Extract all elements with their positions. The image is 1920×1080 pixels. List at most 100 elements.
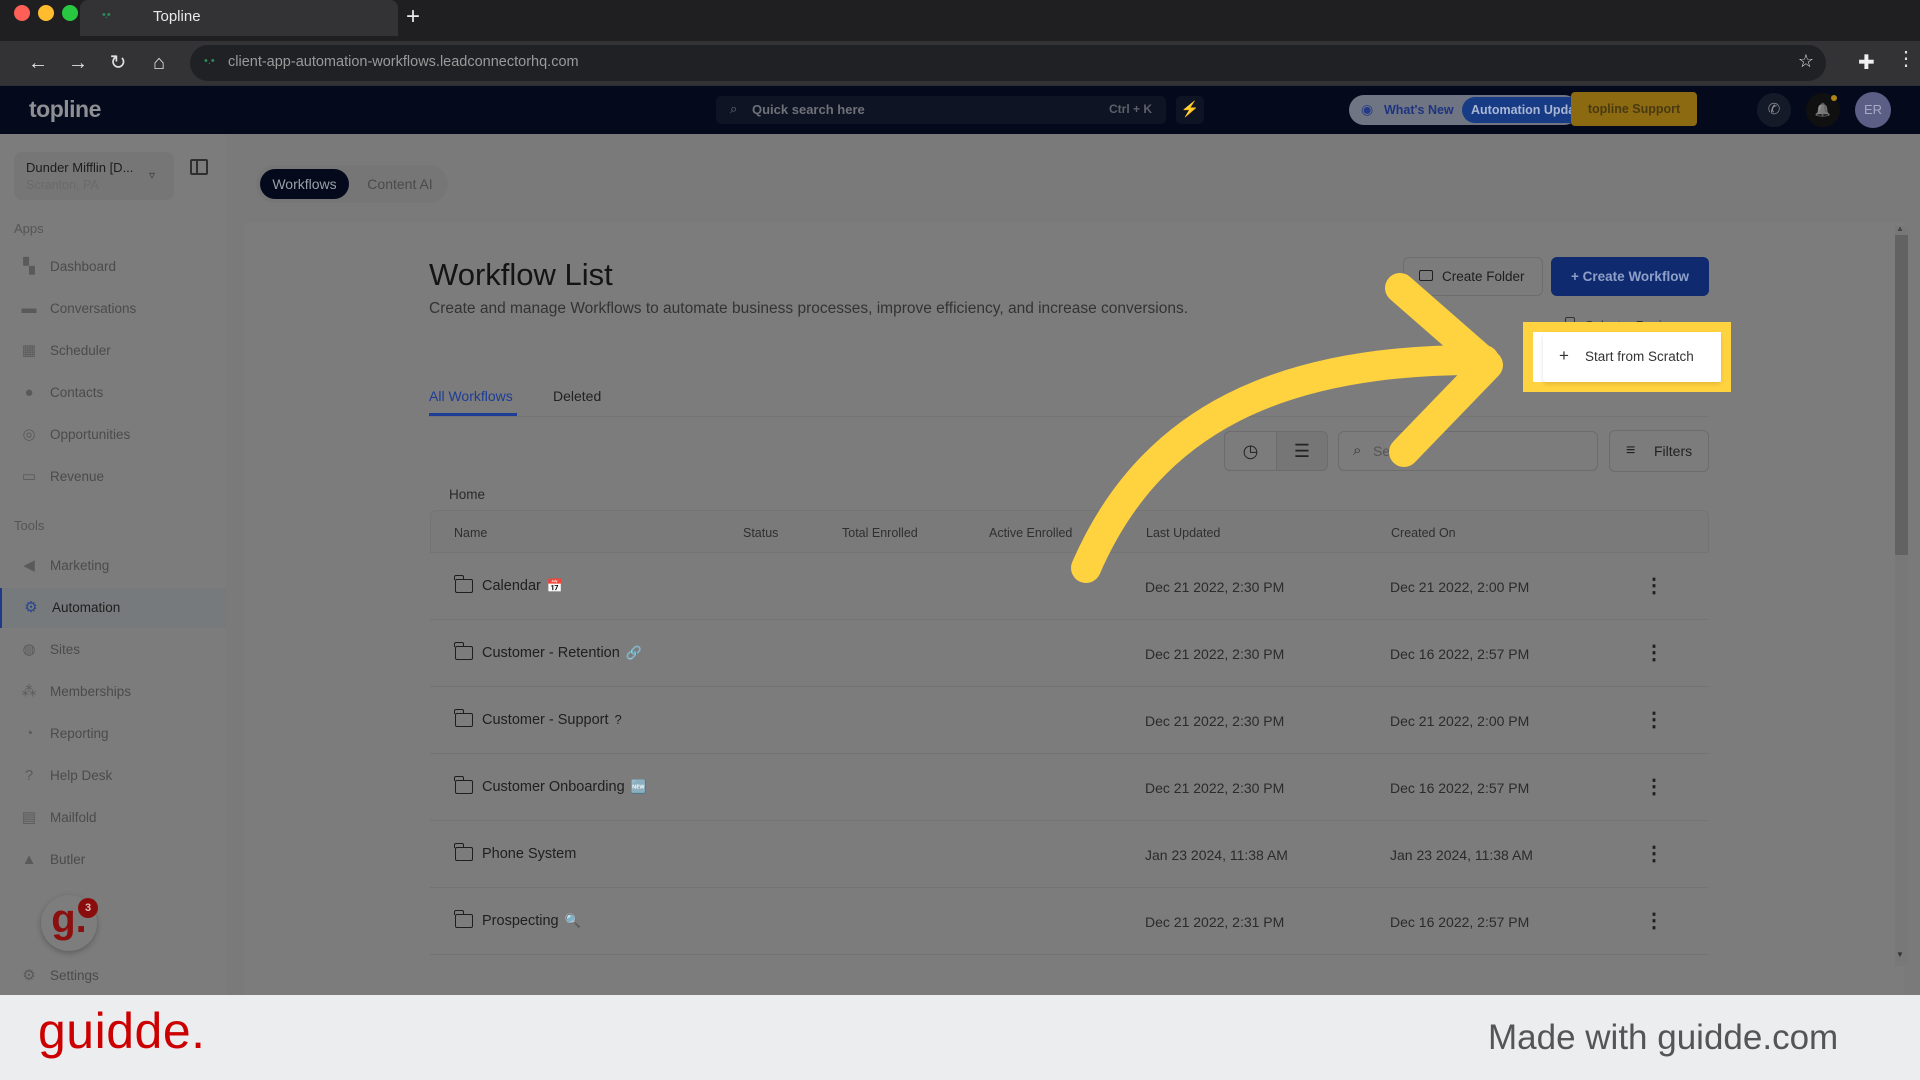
close-window-button[interactable] [14,5,30,21]
workflow-folder-name[interactable]: Customer - Support? [482,712,622,728]
lightning-bolt-icon[interactable]: ⚡ [1176,96,1204,124]
sidebar-item-automation[interactable]: ⚙ Automation [0,588,226,628]
created-on-cell: Dec 16 2022, 2:57 PM [1390,780,1530,796]
workflow-folder-name[interactable]: Calendar 📅 [482,578,563,594]
sidebar-item-butler[interactable]: ▲ Butler [0,840,226,880]
row-more-options-icon[interactable]: ⋮ [1644,839,1664,869]
new-tab-button[interactable]: + [406,3,420,31]
tab-content-ai[interactable]: Content AI [355,169,445,199]
row-more-options-icon[interactable]: ⋮ [1644,638,1664,668]
column-last-updated[interactable]: Last Updated [1146,526,1220,540]
chevron-down-icon: ▿ [149,168,156,182]
workflow-folder-name[interactable]: Customer Onboarding 🆕 [482,779,647,795]
sidebar-item-dashboard[interactable]: ▚ Dashboard [0,247,226,287]
table-row[interactable]: Prospecting 🔍 Dec 21 2022, 2:31 PM Dec 16 2… [430,888,1709,955]
scrollbar-thumb[interactable] [1895,235,1908,555]
sidebar-collapse-icon[interactable] [190,159,208,175]
account-switcher[interactable]: Dunder Mifflin [D... Scranton, PA ▿ [14,152,174,200]
minimize-window-button[interactable] [38,5,54,21]
tab-deleted[interactable]: Deleted [553,388,601,404]
phone-icon[interactable]: ✆ [1757,93,1791,127]
sidebar-item-reporting[interactable]: ◔ Reporting [0,714,226,754]
list-view-icon[interactable]: ☰ [1276,432,1327,470]
sidebar-item-marketing[interactable]: ◀ Marketing [0,546,226,586]
support-button[interactable]: topline Support [1571,92,1697,126]
guidde-logo: guidde. [38,1003,206,1059]
site-icon: •.• [204,55,215,67]
maximize-window-button[interactable] [62,5,78,21]
reload-icon[interactable]: ↻ [104,49,132,77]
sidebar-item-memberships[interactable]: ⁂ Memberships [0,672,226,712]
tab-all-workflows[interactable]: All Workflows [429,388,513,404]
sidebar-item-opportunities[interactable]: ◎ Opportunities [0,415,226,455]
sidebar-item-scheduler[interactable]: ▦ Scheduler [0,331,226,371]
sidebar-item-contacts[interactable]: ● Contacts [0,373,226,413]
workflow-folder-name[interactable]: Prospecting 🔍 [482,913,581,929]
breadcrumb-home[interactable]: Home [449,487,485,502]
row-more-options-icon[interactable]: ⋮ [1644,772,1664,802]
column-status[interactable]: Status [743,526,778,540]
quick-search-input[interactable]: ⌕ Quick search here Ctrl + K [716,96,1166,124]
table-header: Name Status Total Enrolled Active Enroll… [430,510,1709,553]
scroll-up-arrow-icon[interactable]: ▲ [1896,224,1904,233]
clock-icon[interactable]: ◷ [1225,432,1276,470]
sidebar-item-label: Help Desk [50,768,113,783]
filters-button[interactable]: ≡ Filters [1609,430,1709,472]
row-more-options-icon[interactable]: ⋮ [1644,571,1664,601]
folder-icon [454,575,473,593]
back-icon[interactable]: ← [24,49,52,77]
search-icon: ⌕ [1353,442,1362,459]
bookmark-star-icon[interactable]: ☆ [1798,51,1814,72]
sidebar-item-settings[interactable]: ⚙ Settings [0,956,226,996]
sidebar-item-help-desk[interactable]: ? Help Desk [0,756,226,796]
play-video-icon: ◉ [1361,101,1374,117]
forward-icon[interactable]: → [64,49,92,77]
tab-workflows[interactable]: Workflows [260,169,349,199]
topline-logo[interactable]: topline [29,96,101,123]
column-name[interactable]: Name [454,526,487,540]
create-folder-button[interactable]: Create Folder [1403,257,1543,296]
table-row[interactable]: Phone System Jan 23 2024, 11:38 AM Jan 23 … [430,821,1709,888]
start-from-scratch-option[interactable]: + Start from Scratch [1543,332,1721,382]
column-active-enrolled[interactable]: Active Enrolled [989,526,1072,540]
column-total-enrolled[interactable]: Total Enrolled [842,526,918,540]
column-created-on[interactable]: Created On [1391,526,1456,540]
extensions-puzzle-icon[interactable]: ✚ [1858,50,1875,75]
page-title: Workflow List [429,257,613,292]
sidebar-item-sites[interactable]: ◍ Sites [0,630,226,670]
workflow-folder-name[interactable]: Phone System [482,846,582,862]
sidebar-item-mailfold[interactable]: ▤ Mailfold [0,798,226,838]
table-row[interactable]: Customer - Retention 🔗 Dec 21 2022, 2:30 P… [430,620,1709,687]
table-row[interactable]: Customer Onboarding 🆕 Dec 21 2022, 2:30 PM… [430,754,1709,821]
user-avatar[interactable]: ER [1855,92,1891,128]
sidebar-item-label: Butler [50,852,86,867]
row-more-options-icon[interactable]: ⋮ [1644,705,1664,735]
row-more-options-icon[interactable]: ⋮ [1644,906,1664,936]
table-row[interactable]: Customer - Support? Dec 21 2022, 2:30 PM D… [430,687,1709,754]
created-on-cell: Dec 16 2022, 2:57 PM [1390,646,1530,662]
sidebar-item-label: Dashboard [50,259,117,274]
quick-search-placeholder: Quick search here [752,102,865,117]
create-workflow-button[interactable]: + Create Workflow [1551,257,1709,296]
browser-tab[interactable]: •.• Topline [80,0,398,36]
scroll-down-arrow-icon[interactable]: ▼ [1896,950,1904,959]
opportunities-icon: ◎ [22,426,36,443]
folder-emoji-icon: 🔍 [564,913,581,928]
browser-menu-icon[interactable]: ⋮ [1896,49,1916,69]
created-on-cell: Dec 21 2022, 2:00 PM [1390,579,1530,595]
sidebar-item-conversations[interactable]: ▬ Conversations [0,289,226,329]
workflow-search-input[interactable] [1373,440,1583,462]
folder-name-text: Customer Onboarding [482,779,625,795]
url-bar[interactable]: •.• client-app-automation-workflows.lead… [190,45,1826,81]
last-updated-cell: Dec 21 2022, 2:30 PM [1145,646,1285,662]
start-from-scratch-label: Start from Scratch [1585,349,1694,364]
workflow-folder-name[interactable]: Customer - Retention 🔗 [482,645,642,661]
created-on-cell: Dec 21 2022, 2:00 PM [1390,713,1530,729]
sites-icon: ◍ [22,641,36,658]
home-icon[interactable]: ⌂ [145,49,173,77]
sidebar-item-revenue[interactable]: ▭ Revenue [0,457,226,497]
automation-updates-pill[interactable]: Automation Updates [1462,97,1580,123]
automation-icon: ⚙ [24,599,38,616]
filter-icon: ≡ [1626,442,1636,459]
table-row[interactable]: Calendar 📅 Dec 21 2022, 2:30 PM Dec 21 2022… [430,553,1709,620]
